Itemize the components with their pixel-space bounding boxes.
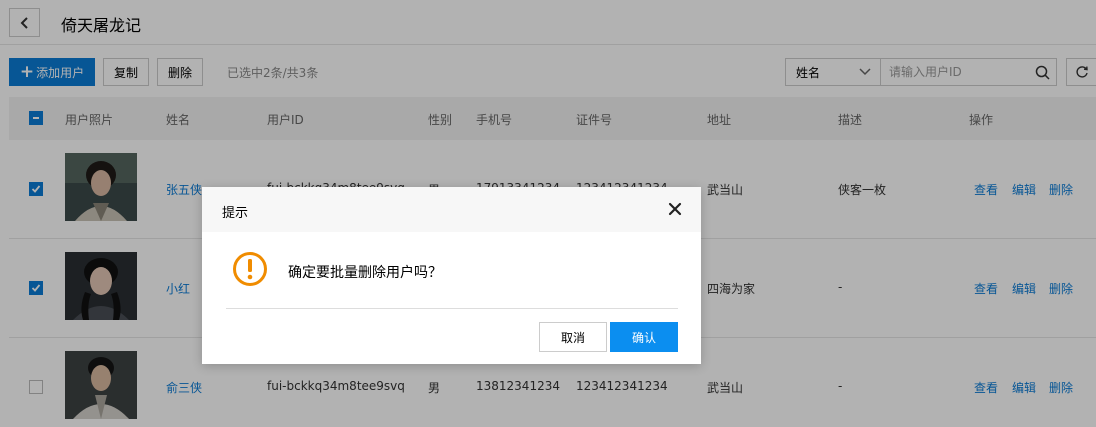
dialog-divider [226, 308, 678, 309]
close-icon[interactable] [666, 200, 684, 218]
dialog-message: 确定要批量删除用户吗？ [288, 265, 442, 281]
warning-icon [233, 252, 267, 286]
confirm-dialog: 提示 确定要批量删除用户吗？ 取消 确认 [202, 187, 701, 364]
confirm-button[interactable]: 确认 [610, 322, 678, 352]
cancel-button[interactable]: 取消 [539, 322, 607, 352]
dialog-header: 提示 [202, 187, 701, 232]
dialog-title: 提示 [222, 206, 249, 221]
